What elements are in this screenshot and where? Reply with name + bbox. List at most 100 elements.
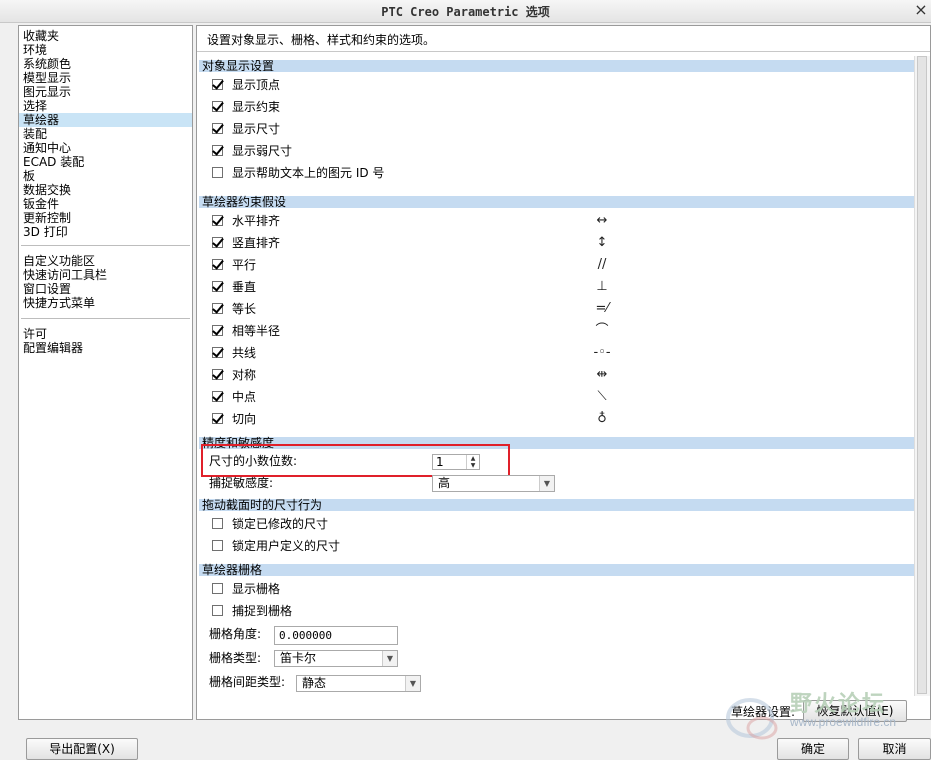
midpoint-constraint-icon: ⟍ — [597, 389, 607, 404]
sidebar-item[interactable]: 快速访问工具栏 — [19, 268, 192, 282]
option-checkbox[interactable] — [212, 369, 223, 380]
highlight-box — [201, 444, 510, 477]
grid-type-select[interactable]: 笛卡尔 ▼ — [274, 650, 398, 667]
title-bar: PTC Creo Parametric 选项 × — [0, 0, 931, 23]
sidebar-item[interactable]: 快捷方式菜单 — [19, 296, 192, 310]
collinear-constraint-icon: -◦- — [593, 345, 611, 360]
cancel-button[interactable]: 取消 — [858, 738, 931, 760]
sidebar-item[interactable]: 钣金件 — [19, 197, 192, 211]
chevron-down-icon[interactable]: ▼ — [382, 651, 397, 666]
sidebar-item[interactable]: 选择 — [19, 99, 192, 113]
sidebar-item[interactable]: ECAD 装配 — [19, 155, 192, 169]
option-checkbox[interactable] — [212, 167, 223, 178]
option-checkbox[interactable] — [212, 413, 223, 424]
option-row: 显示帮助文本上的图元 ID 号 — [212, 164, 512, 182]
option-checkbox[interactable] — [212, 237, 223, 248]
option-checkbox[interactable] — [212, 281, 223, 292]
divider — [21, 318, 190, 319]
window-title: PTC Creo Parametric 选项 — [381, 5, 550, 19]
divider — [21, 245, 190, 246]
grid-spacing-select[interactable]: 静态 ▼ — [296, 675, 421, 692]
option-row: 显示约束 — [212, 98, 512, 116]
option-row: 对称 — [212, 366, 512, 384]
option-row: 垂直 — [212, 278, 512, 296]
scrollbar-thumb[interactable] — [917, 56, 927, 694]
divider — [197, 51, 930, 52]
option-checkbox[interactable] — [212, 259, 223, 270]
snap-sensitivity-label: 捕捉敏感度: — [209, 476, 274, 490]
sidebar-item[interactable]: 草绘器 — [19, 113, 192, 127]
option-row: 显示顶点 — [212, 76, 512, 94]
sidebar-item[interactable]: 通知中心 — [19, 141, 192, 155]
sidebar-item[interactable]: 板 — [19, 169, 192, 183]
watermark-logo-icon — [726, 698, 778, 740]
option-row: 锁定已修改的尺寸 — [212, 515, 512, 533]
snap-sensitivity-value: 高 — [438, 476, 451, 490]
grid-angle-input[interactable]: 0.000000 — [274, 626, 398, 645]
sidebar-item[interactable]: 系统颜色 — [19, 57, 192, 71]
option-label: 水平排齐 — [232, 214, 281, 228]
chevron-down-icon[interactable]: ▼ — [539, 476, 554, 491]
close-icon[interactable]: × — [913, 1, 929, 19]
option-checkbox[interactable] — [212, 391, 223, 402]
option-checkbox[interactable] — [212, 605, 223, 616]
sidebar-item[interactable]: 配置编辑器 — [19, 341, 192, 355]
snap-sensitivity-select[interactable]: 高 ▼ — [432, 475, 555, 492]
sidebar-item[interactable]: 许可 — [19, 327, 192, 341]
watermark-url: www.proewildfire.cn — [790, 715, 897, 729]
chevron-down-icon[interactable]: ▼ — [405, 676, 420, 691]
options-category-list: 收藏夹 环境 系统颜色 模型显示 图元显示 选择 草绘器 装配 通知中心 ECAD 装配板数据交换… — [18, 25, 193, 720]
sidebar-item[interactable]: 自定义功能区 — [19, 254, 192, 268]
equal-radius-constraint-icon: ⌒ — [595, 323, 609, 338]
section-header-drag: 拖动截面时的尺寸行为 — [199, 499, 915, 511]
option-checkbox[interactable] — [212, 583, 223, 594]
option-row: 切向 — [212, 410, 512, 428]
panel-description: 设置对象显示、栅格、样式和约束的选项。 — [207, 33, 436, 47]
option-row: 等长 — [212, 300, 512, 318]
category-group-ui: 自定义功能区 快速访问工具栏 窗口设置 快捷方式菜单 — [19, 254, 192, 310]
option-label: 垂直 — [232, 280, 257, 294]
sidebar-item[interactable]: 3D 打印 — [19, 225, 192, 239]
option-label: 显示弱尺寸 — [232, 144, 293, 158]
sidebar-item[interactable]: 图元显示 — [19, 85, 192, 99]
grid-spacing-label: 栅格间距类型: — [209, 675, 286, 689]
option-label: 等长 — [232, 302, 257, 316]
option-checkbox[interactable] — [212, 325, 223, 336]
section-header-constraints: 草绘器约束假设 — [199, 196, 915, 208]
grid-angle-label: 栅格角度: — [209, 627, 262, 641]
sidebar-item[interactable]: 窗口设置 — [19, 282, 192, 296]
option-checkbox[interactable] — [212, 303, 223, 314]
option-label: 相等半径 — [232, 324, 281, 338]
option-checkbox[interactable] — [212, 215, 223, 226]
category-group-main: 收藏夹 环境 系统颜色 模型显示 图元显示 选择 草绘器 装配 通知中心 ECAD 装配板数据交换… — [19, 26, 192, 239]
grid-type-value: 笛卡尔 — [280, 651, 317, 665]
option-checkbox[interactable] — [212, 347, 223, 358]
tangent-constraint-icon: ♁ — [597, 411, 607, 426]
option-label: 捕捉到栅格 — [232, 604, 293, 618]
vertical-scrollbar[interactable] — [914, 56, 930, 696]
option-checkbox[interactable] — [212, 540, 223, 551]
option-row: 捕捉到栅格 — [212, 602, 512, 620]
export-config-button[interactable]: 导出配置(X) — [26, 738, 138, 760]
option-label: 显示顶点 — [232, 78, 281, 92]
sidebar-item[interactable]: 收藏夹 — [19, 29, 192, 43]
option-label: 中点 — [232, 390, 257, 404]
category-group-other: 许可 配置编辑器 — [19, 327, 192, 355]
option-checkbox[interactable] — [212, 145, 223, 156]
sidebar-item[interactable]: 数据交换 — [19, 183, 192, 197]
equal-length-constraint-icon: =⁄ — [595, 301, 609, 316]
option-row: 水平排齐 — [212, 212, 512, 230]
option-checkbox[interactable] — [212, 518, 223, 529]
option-label: 对称 — [232, 368, 257, 382]
option-checkbox[interactable] — [212, 101, 223, 112]
sidebar-item[interactable]: 模型显示 — [19, 71, 192, 85]
option-row: 中点 — [212, 388, 512, 406]
option-checkbox[interactable] — [212, 79, 223, 90]
sidebar-item[interactable]: 环境 — [19, 43, 192, 57]
section-header-grid: 草绘器栅格 — [199, 564, 915, 576]
option-label: 显示尺寸 — [232, 122, 281, 136]
sidebar-item[interactable]: 更新控制 — [19, 211, 192, 225]
option-checkbox[interactable] — [212, 123, 223, 134]
option-label: 显示约束 — [232, 100, 281, 114]
sidebar-item[interactable]: 装配 — [19, 127, 192, 141]
